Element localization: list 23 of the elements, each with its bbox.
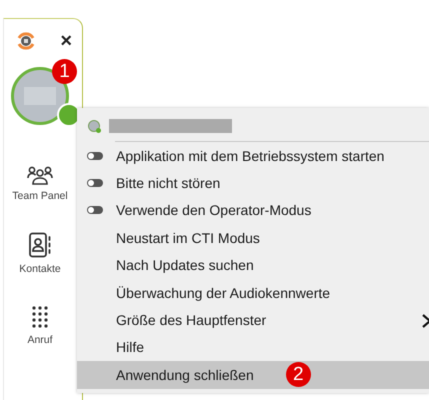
menu-item[interactable]: Überwachung der Audiokennwerte xyxy=(77,278,429,306)
nav-item[interactable]: Anruf xyxy=(27,334,53,346)
toggle-switch[interactable] xyxy=(87,179,103,188)
menu-item[interactable]: Applikation mit dem Betriebssystem starten xyxy=(77,142,429,170)
nav-item[interactable]: Kontakte xyxy=(19,263,61,275)
menu-item[interactable]: Neustart im CTI Modus xyxy=(77,224,429,252)
avatar-icon xyxy=(88,120,100,132)
toggle-switch[interactable] xyxy=(87,206,103,214)
contacts-icon xyxy=(28,232,52,258)
number-badge: 1 xyxy=(52,59,77,84)
menu-item[interactable]: Größe des Hauptfenster xyxy=(77,306,429,334)
menu-item[interactable]: Nach Updates suchen xyxy=(77,252,429,279)
number-badge: 2 xyxy=(286,362,311,388)
menu-item[interactable]: Verwende den Operator-Modus xyxy=(77,196,429,224)
menu-item[interactable]: Bitte nicht stören xyxy=(77,169,429,197)
menu-item[interactable]: Hilfe xyxy=(77,334,429,362)
menu-item[interactable]: Anwendung schließen 2 xyxy=(77,361,429,389)
nav-item[interactable]: Team Panel xyxy=(12,190,68,202)
team-icon xyxy=(26,165,53,185)
close-button[interactable]: × xyxy=(60,32,72,50)
dialpad-icon xyxy=(30,305,49,329)
logo-icon xyxy=(16,31,36,51)
toggle-switch[interactable] xyxy=(87,152,103,160)
